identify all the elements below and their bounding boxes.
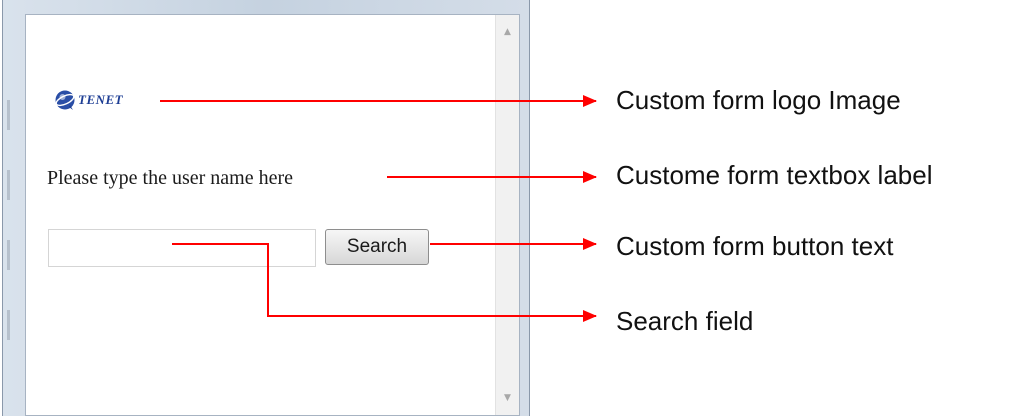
form-logo: TENET — [54, 89, 123, 111]
search-button[interactable]: Search — [325, 229, 429, 265]
search-field[interactable] — [48, 229, 316, 267]
logo-text: TENET — [78, 92, 124, 107]
logo-callout-text: Custom form logo Image — [616, 85, 901, 115]
search-field-callout-text: Search field — [616, 306, 754, 336]
form-content-area: TENET Please type the user name here Sea… — [25, 14, 520, 416]
globe-logo-icon — [55, 90, 75, 110]
scroll-up-arrow-icon[interactable]: ▲ — [496, 21, 519, 43]
scroll-down-arrow-icon[interactable]: ▼ — [496, 387, 519, 409]
label-callout-text: Custome form textbox label — [616, 160, 933, 190]
browser-window: TENET Please type the user name here Sea… — [2, 0, 530, 416]
textbox-label: Please type the user name here — [47, 167, 294, 189]
button-callout-text: Custom form button text — [616, 231, 894, 261]
vertical-scrollbar[interactable]: ▲ ▼ — [495, 15, 519, 415]
